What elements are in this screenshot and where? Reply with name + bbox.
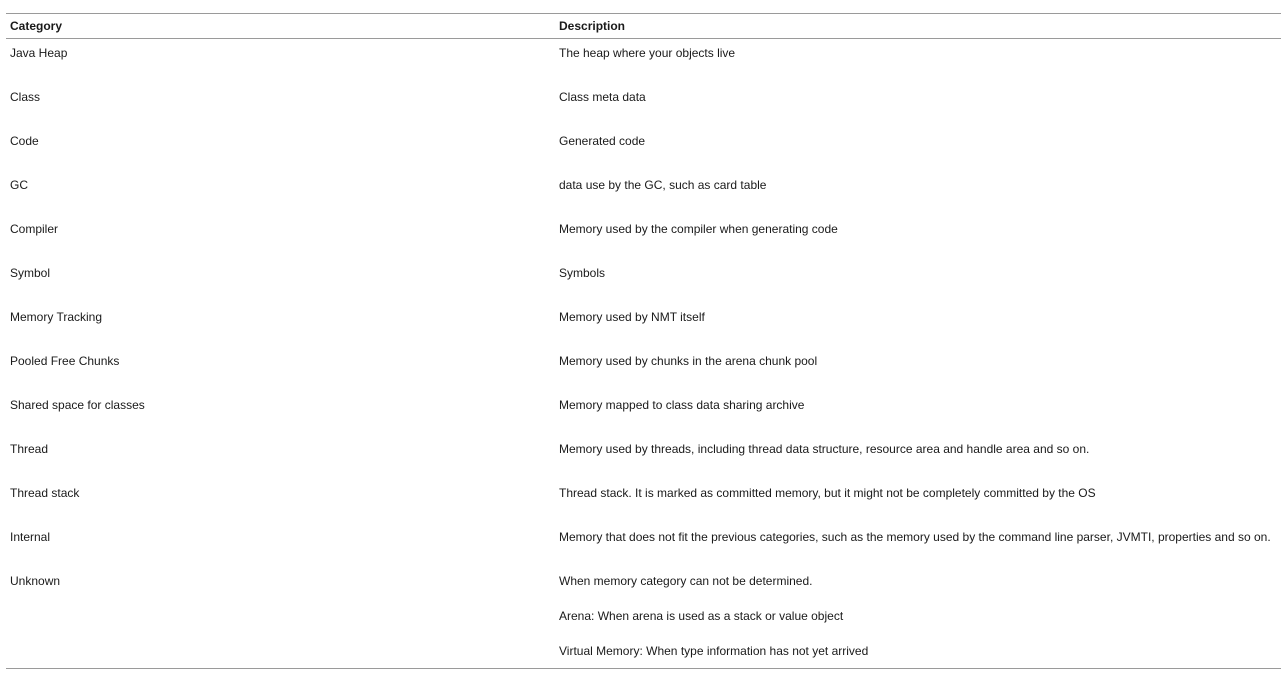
table-row: Memory Tracking Memory used by NMT itself	[6, 310, 1281, 354]
category-cell: Shared space for classes	[10, 398, 145, 412]
table-row: Internal Memory that does not fit the pre…	[6, 530, 1281, 574]
description-line: Memory used by threads, including thread…	[559, 442, 1090, 456]
description-line: Memory used by NMT itself	[559, 310, 705, 324]
description-line: Memory used by the compiler when generat…	[559, 222, 838, 236]
table-body: Java Heap The heap where your objects liv…	[6, 39, 1281, 668]
table-row: Code Generated code	[6, 134, 1281, 178]
description-line: Class meta data	[559, 90, 646, 104]
column-header-category: Category	[10, 19, 63, 33]
table-row: Pooled Free Chunks Memory used by chunks …	[6, 354, 1281, 398]
description-line: Arena: When arena is used as a stack or …	[559, 609, 844, 623]
description-cell: When memory category can not be determin…	[555, 574, 1281, 658]
description-line: Thread stack. It is marked as committed …	[559, 486, 1096, 500]
category-cell: Unknown	[10, 574, 61, 588]
description-line: When memory category can not be determin…	[559, 574, 813, 588]
description-line: Memory used by chunks in the arena chunk…	[559, 354, 818, 368]
table-row: Class Class meta data	[6, 90, 1281, 134]
description-line: data use by the GC, such as card table	[559, 178, 767, 192]
category-cell: Memory Tracking	[10, 310, 103, 324]
description-cell: Generated code	[555, 134, 1281, 148]
description-line: Symbols	[559, 266, 606, 280]
category-cell: Code	[10, 134, 39, 148]
category-cell: Class	[10, 90, 41, 104]
table-row: Shared space for classes Memory mapped to…	[6, 398, 1281, 442]
table-row: Symbol Symbols	[6, 266, 1281, 310]
description-cell: Memory mapped to class data sharing arch…	[555, 398, 1281, 412]
description-cell: Thread stack. It is marked as committed …	[555, 486, 1281, 500]
description-cell: Memory used by NMT itself	[555, 310, 1281, 324]
category-cell: Internal	[10, 530, 51, 544]
category-cell: Java Heap	[10, 46, 68, 60]
table-row: Thread Memory used by threads, including …	[6, 442, 1281, 486]
category-cell: Symbol	[10, 266, 51, 280]
category-cell: Thread	[10, 442, 49, 456]
table-row: Compiler Memory used by the compiler when…	[6, 222, 1281, 266]
description-line: The heap where your objects live	[559, 46, 736, 60]
table-row: Thread stack Thread stack. It is marked a…	[6, 486, 1281, 530]
description-line: Generated code	[559, 134, 646, 148]
description-cell: Memory that does not fit the previous ca…	[555, 530, 1281, 544]
table-row: GC data use by the GC, such as card table	[6, 178, 1281, 222]
description-cell: Memory used by threads, including thread…	[555, 442, 1281, 456]
description-line: Memory that does not fit the previous ca…	[559, 530, 1271, 544]
column-header-description: Description	[559, 19, 626, 33]
description-cell: Memory used by chunks in the arena chunk…	[555, 354, 1281, 368]
description-cell: Class meta data	[555, 90, 1281, 104]
description-cell: The heap where your objects live	[555, 46, 1281, 60]
description-cell: Memory used by the compiler when generat…	[555, 222, 1281, 236]
description-line: Memory mapped to class data sharing arch…	[559, 398, 805, 412]
table-row: Java Heap The heap where your objects liv…	[6, 46, 1281, 90]
table-row: Unknown When memory category can not be d…	[6, 574, 1281, 668]
description-cell: data use by the GC, such as card table	[555, 178, 1281, 192]
category-cell: Pooled Free Chunks	[10, 354, 120, 368]
description-cell: Symbols	[555, 266, 1281, 280]
category-cell: GC	[10, 178, 28, 192]
nmt-category-table: Category Description Java Heap The heap w…	[6, 13, 1281, 669]
table-header-row: Category Description	[6, 14, 1281, 39]
category-cell: Thread stack	[10, 486, 80, 500]
category-cell: Compiler	[10, 222, 59, 236]
description-line: Virtual Memory: When type information ha…	[559, 644, 869, 658]
